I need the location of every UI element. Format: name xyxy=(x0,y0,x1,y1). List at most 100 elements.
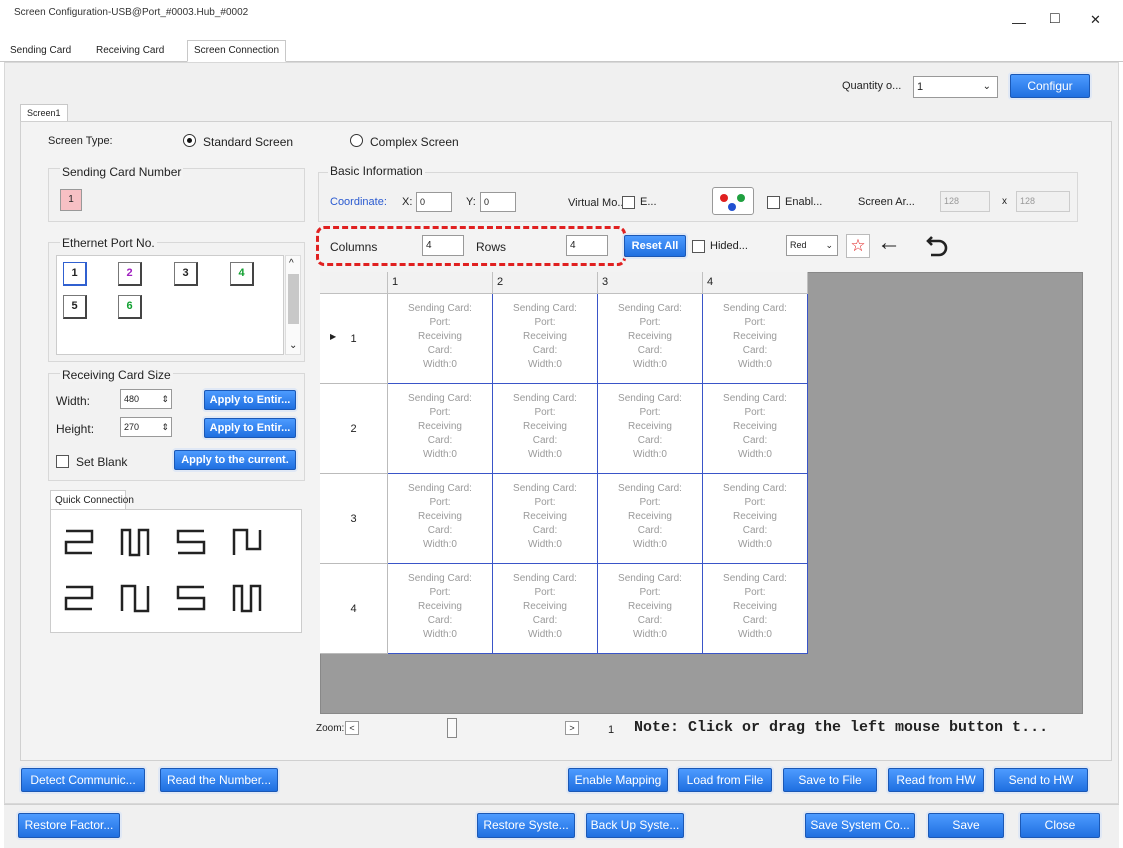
cell-line: Receiving xyxy=(523,421,567,432)
snake-bottom-left-icon[interactable] xyxy=(176,583,206,613)
width-stepper[interactable]: 480 ⇕ xyxy=(120,389,172,409)
zoom-increase-button[interactable]: > xyxy=(565,721,579,735)
set-blank-checkbox[interactable] xyxy=(56,455,69,468)
save-system-config-button[interactable]: Save System Co... xyxy=(805,813,915,838)
column-zigzag-alt-icon[interactable] xyxy=(232,583,262,613)
close-window-button[interactable]: ✕ xyxy=(1090,12,1101,28)
columns-label: Columns xyxy=(330,240,378,254)
detect-communication-button[interactable]: Detect Communic... xyxy=(21,768,145,792)
grid-cell[interactable]: Sending Card: Port: Receiving Card: Width:0 xyxy=(703,384,808,474)
apply-width-button[interactable]: Apply to Entir... xyxy=(204,390,296,410)
virtual-mode-checkbox[interactable] xyxy=(622,196,635,209)
grid-column-header[interactable]: 3 xyxy=(598,272,703,294)
grid-cell[interactable]: Sending Card: Port: Receiving Card: Width:0 xyxy=(703,474,808,564)
port-1-button[interactable]: 1 xyxy=(63,262,87,286)
snake-left-icon[interactable] xyxy=(64,527,94,557)
back-arrow-icon[interactable]: ← xyxy=(877,230,901,256)
columns-input[interactable]: 4 xyxy=(422,235,464,256)
radio-complex-screen[interactable] xyxy=(350,134,363,147)
tab-receiving-card[interactable]: Receiving Card xyxy=(96,45,164,56)
read-number-button[interactable]: Read the Number... xyxy=(160,768,278,792)
save-to-file-button[interactable]: Save to File xyxy=(783,768,877,792)
grid-row-header[interactable]: ▶ 1 xyxy=(320,294,388,384)
cell-line: Card: xyxy=(532,345,558,356)
quick-connection-tab[interactable]: Quick Connection xyxy=(50,490,134,510)
column-up-icon[interactable] xyxy=(232,527,262,557)
hided-checkbox[interactable] xyxy=(692,240,705,253)
port-2-button[interactable]: 2 xyxy=(118,262,142,286)
restore-factory-button[interactable]: Restore Factor... xyxy=(18,813,120,838)
configure-button[interactable]: Configur xyxy=(1010,74,1090,98)
cell-line: Port: xyxy=(639,587,661,598)
cell-line: Width:0 xyxy=(528,359,562,370)
reset-all-button[interactable]: Reset All xyxy=(624,235,686,257)
port-4-button[interactable]: 4 xyxy=(230,262,254,286)
star-icon[interactable]: ☆ xyxy=(846,234,870,258)
color-select[interactable]: Red ⌄ xyxy=(786,235,838,256)
sending-card-1-button[interactable]: 1 xyxy=(60,189,82,211)
quantity-select[interactable]: 1 ⌄ xyxy=(913,76,998,98)
cell-line: Sending Card: xyxy=(513,303,577,314)
port-5-button[interactable]: 5 xyxy=(63,295,87,319)
cell-line: Sending Card: xyxy=(723,573,787,584)
basic-info-title: Basic Information xyxy=(328,164,425,178)
enable-mapping-button[interactable]: Enable Mapping xyxy=(568,768,668,792)
tab-screen1[interactable]: Screen1 xyxy=(20,104,68,122)
read-from-hw-button[interactable]: Read from HW xyxy=(888,768,984,792)
grid-cell[interactable]: Sending Card: Port: Receiving Card: Width:0 xyxy=(388,294,493,384)
rgb-dots-icon[interactable] xyxy=(712,187,754,215)
grid-cell[interactable]: Sending Card: Port: Receiving Card: Width:0 xyxy=(493,294,598,384)
scroll-thumb[interactable] xyxy=(288,274,299,324)
maximize-button[interactable]: □ xyxy=(1050,10,1060,28)
grid-cell[interactable]: Sending Card: Port: Receiving Card: Width:0 xyxy=(598,294,703,384)
minimize-button[interactable]: — xyxy=(1012,14,1026,30)
grid-column-header[interactable]: 4 xyxy=(703,272,808,294)
grid-cell[interactable]: Sending Card: Port: Receiving Card: Width:0 xyxy=(388,474,493,564)
enable-checkbox[interactable] xyxy=(767,196,780,209)
send-to-hw-button[interactable]: Send to HW xyxy=(994,768,1088,792)
close-button[interactable]: Close xyxy=(1020,813,1100,838)
grid-cell[interactable]: Sending Card: Port: Receiving Card: Width:0 xyxy=(703,294,808,384)
column-zigzag-icon[interactable] xyxy=(120,527,150,557)
grid-cell[interactable]: Sending Card: Port: Receiving Card: Width:0 xyxy=(493,384,598,474)
snake-right-icon[interactable] xyxy=(176,527,206,557)
snake-bottom-right-icon[interactable] xyxy=(64,583,94,613)
zoom-slider-thumb[interactable] xyxy=(447,718,457,738)
height-stepper[interactable]: 270 ⇕ xyxy=(120,417,172,437)
grid-cell[interactable]: Sending Card: Port: Receiving Card: Width:0 xyxy=(388,384,493,474)
apply-height-button[interactable]: Apply to Entir... xyxy=(204,418,296,438)
restore-system-button[interactable]: Restore Syste... xyxy=(477,813,575,838)
grid-row-header[interactable]: 4 xyxy=(320,564,388,654)
port-3-button[interactable]: 3 xyxy=(174,262,198,286)
scroll-down-icon: ⌄ xyxy=(289,340,298,351)
grid-cell[interactable]: Sending Card: Port: Receiving Card: Width:0 xyxy=(493,474,598,564)
port-6-button[interactable]: 6 xyxy=(118,295,142,319)
cell-line: Port: xyxy=(639,407,661,418)
tab-sending-card[interactable]: Sending Card xyxy=(10,45,71,56)
grid-column-header[interactable]: 1 xyxy=(388,272,493,294)
grid-cell[interactable]: Sending Card: Port: Receiving Card: Width:0 xyxy=(598,384,703,474)
grid-cell[interactable]: Sending Card: Port: Receiving Card: Width:0 xyxy=(703,564,808,654)
apply-current-button[interactable]: Apply to the current. xyxy=(174,450,296,470)
y-coordinate-input[interactable]: 0 xyxy=(480,192,516,212)
grid-cell[interactable]: Sending Card: Port: Receiving Card: Width:0 xyxy=(388,564,493,654)
tab-screen-connection[interactable]: Screen Connection xyxy=(187,40,287,62)
rows-input[interactable]: 4 xyxy=(566,235,608,256)
column-down-icon[interactable] xyxy=(120,583,150,613)
grid-row-header[interactable]: 2 xyxy=(320,384,388,474)
grid-cell[interactable]: Sending Card: Port: Receiving Card: Width:0 xyxy=(493,564,598,654)
ethernet-scrollbar[interactable]: ^ ⌄ xyxy=(285,255,301,355)
zoom-decrease-button[interactable]: < xyxy=(345,721,359,735)
grid-cell[interactable]: Sending Card: Port: Receiving Card: Width:0 xyxy=(598,564,703,654)
undo-icon[interactable] xyxy=(926,233,948,257)
x-coordinate-input[interactable]: 0 xyxy=(416,192,452,212)
grid-row-header[interactable]: 3 xyxy=(320,474,388,564)
grid-cell[interactable]: Sending Card: Port: Receiving Card: Width:0 xyxy=(598,474,703,564)
grid-column-header[interactable]: 2 xyxy=(493,272,598,294)
connection-grid[interactable]: 1 2 3 4 ▶ 1 Sending Card: Port: Receiving Card: Wi… xyxy=(320,272,810,656)
cell-line: Card: xyxy=(742,345,768,356)
save-button[interactable]: Save xyxy=(928,813,1004,838)
radio-standard-screen[interactable] xyxy=(183,134,196,147)
load-from-file-button[interactable]: Load from File xyxy=(678,768,772,792)
back-up-system-button[interactable]: Back Up Syste... xyxy=(586,813,684,838)
